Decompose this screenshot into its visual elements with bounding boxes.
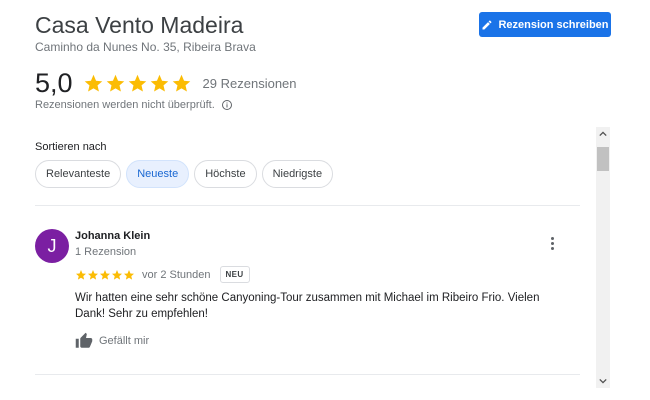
not-verified-text: Rezensionen werden nicht überprüft. [35, 99, 215, 111]
reviewer-meta: 1 Rezension [75, 246, 137, 258]
scroll-down-icon[interactable] [596, 374, 610, 388]
review-stars [75, 269, 135, 281]
star-icon [172, 74, 190, 92]
scroll-thumb[interactable] [597, 147, 609, 171]
reviewer-name[interactable]: Johanna Klein [75, 230, 150, 242]
review-count[interactable]: 29 Rezensionen [203, 76, 297, 91]
place-title: Casa Vento Madeira [35, 12, 244, 38]
pencil-icon [482, 19, 492, 29]
sort-chip-relevant[interactable]: Relevanteste [35, 160, 122, 188]
sort-chips: Relevanteste Neueste Höchste Niedrigste [35, 160, 334, 188]
sort-chip-highest[interactable]: Höchste [194, 160, 257, 188]
star-icon [150, 74, 168, 92]
more-options-icon[interactable] [545, 235, 559, 251]
not-verified-notice: Rezensionen werden nicht überprüft. [35, 99, 233, 111]
sort-chip-newest[interactable]: Neueste [126, 160, 190, 188]
avatar[interactable]: J [35, 229, 69, 263]
divider [35, 205, 580, 206]
info-icon[interactable] [221, 99, 233, 111]
rating-value: 5,0 [35, 68, 73, 98]
thumbs-up-icon [75, 332, 93, 348]
like-label: Gefällt mir [99, 335, 150, 347]
star-icon [106, 74, 124, 92]
write-review-button[interactable]: Rezension schreiben [479, 12, 611, 37]
review-rating-row: vor 2 Stunden NEU [75, 266, 250, 283]
sort-chip-lowest[interactable]: Niedrigste [261, 160, 334, 188]
star-icon [124, 269, 134, 280]
rating-summary: 5,0 29 Rezensionen [35, 68, 297, 99]
sort-label: Sortieren nach [35, 141, 107, 153]
rating-stars [83, 73, 192, 94]
star-icon [76, 269, 86, 280]
place-address: Caminho da Nunes No. 35, Ribeira Brava [35, 40, 256, 54]
divider [35, 374, 580, 375]
star-icon [88, 269, 98, 280]
star-icon [100, 269, 110, 280]
like-button[interactable]: Gefällt mir [75, 332, 149, 350]
review-text: Wir hatten eine sehr schöne Canyoning-To… [75, 292, 540, 320]
star-icon [112, 269, 122, 280]
scrollbar[interactable] [596, 127, 610, 388]
write-review-label: Rezension schreiben [498, 18, 609, 31]
scroll-up-icon[interactable] [596, 127, 610, 141]
new-badge: NEU [219, 266, 250, 283]
review-time: vor 2 Stunden [142, 268, 211, 281]
star-icon [128, 74, 146, 92]
star-icon [84, 74, 102, 92]
